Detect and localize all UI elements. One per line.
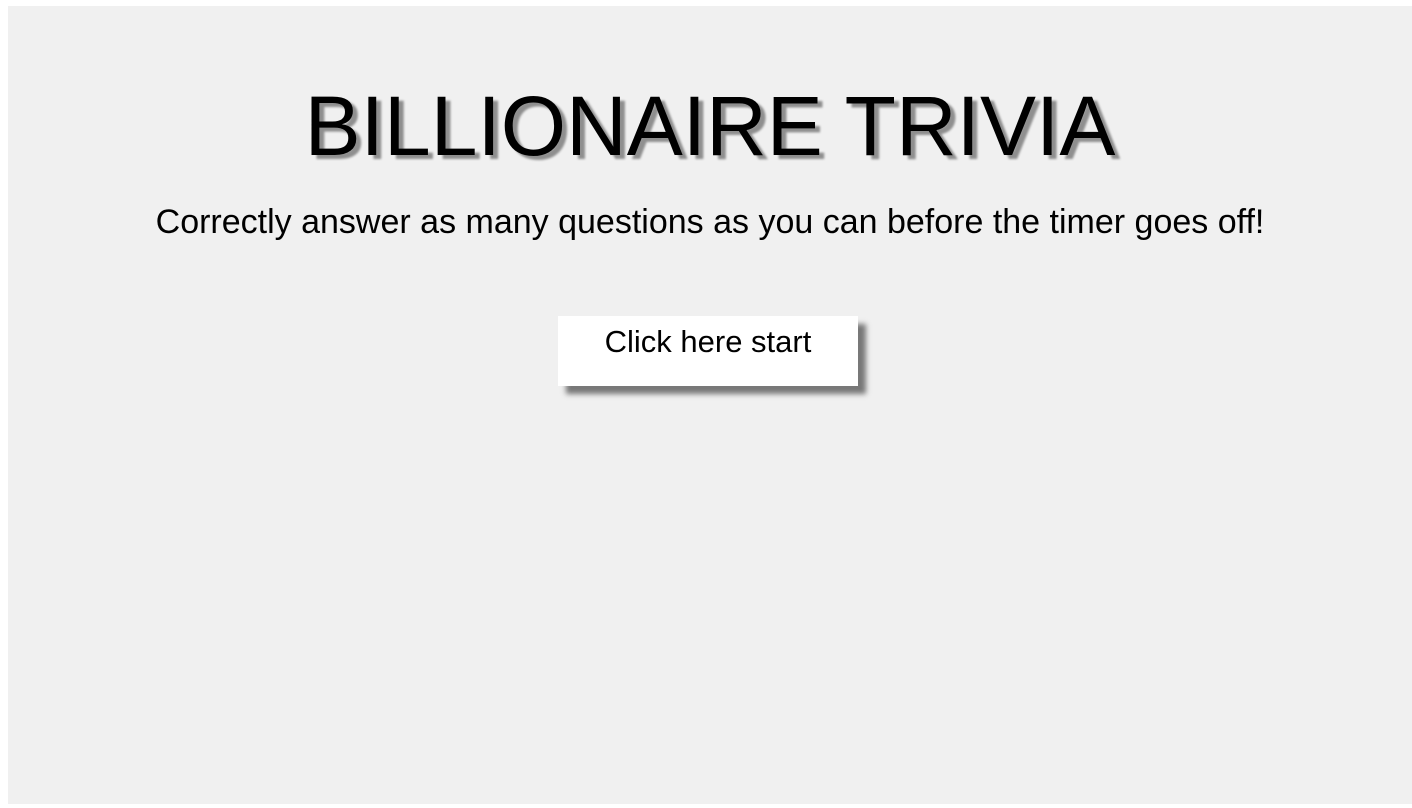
start-button-label: Click here start <box>604 324 812 359</box>
game-instructions: Correctly answer as many questions as yo… <box>155 203 1265 241</box>
game-start-screen: BILLIONAIRE TRIVIA Correctly answer as m… <box>8 6 1412 804</box>
game-title: BILLIONAIRE TRIVIA <box>304 79 1116 173</box>
start-button[interactable]: Click here start <box>558 316 858 386</box>
